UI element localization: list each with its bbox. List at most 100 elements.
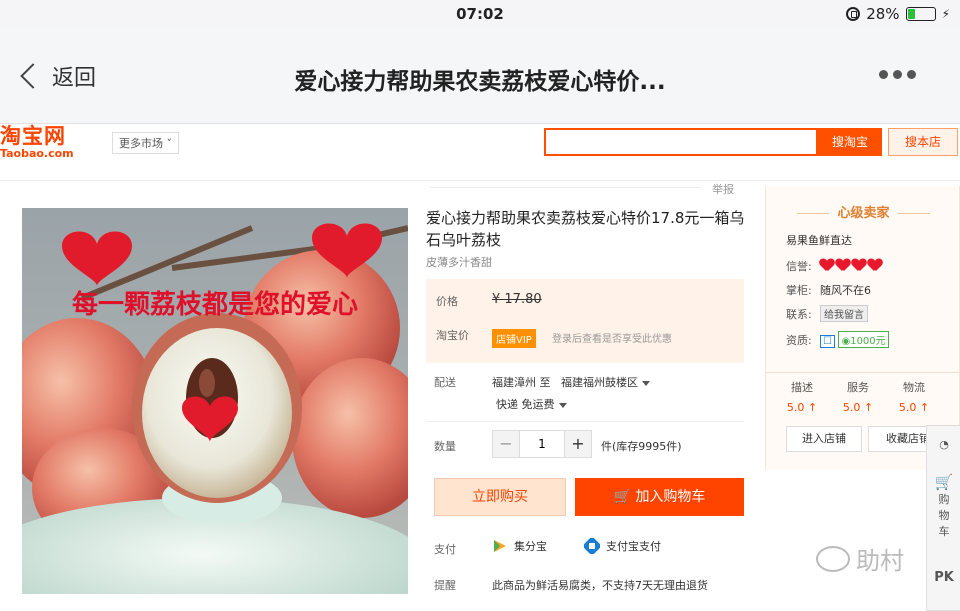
dot-icon <box>907 70 916 79</box>
product-subtitle: 皮薄多汁香甜 <box>426 256 492 269</box>
side-toolbar: ◔ 🛒 购物车 PK <box>926 425 960 611</box>
caret-down-icon <box>558 402 567 408</box>
pk-button[interactable]: PK <box>927 570 960 585</box>
charging-icon: ⚡ <box>941 7 950 21</box>
keeper-label: 掌柜: <box>786 284 812 297</box>
taobao-logo[interactable]: 淘宝网 Taobao.com <box>0 124 74 160</box>
watermark-text: 助村 <box>856 547 904 575</box>
heart-icon <box>852 259 866 271</box>
search-store-button[interactable]: 搜本店 <box>888 128 958 156</box>
product-content: 举报 每一颗荔枝都是您的爱心 爱心接力帮助果农卖荔枝爱心特价17.8元一箱乌石乌… <box>0 180 960 611</box>
ship-to-select[interactable]: 福建福州鼓楼区 <box>561 374 650 390</box>
qty-input[interactable] <box>519 431 565 457</box>
deposit-label: 1000元 <box>850 336 886 347</box>
pay-jifenbao: 集分宝 <box>492 538 547 554</box>
wechat-icon <box>816 545 850 572</box>
product-image[interactable]: 每一颗荔枝都是您的爱心 <box>22 208 408 594</box>
alipay-icon <box>584 538 600 554</box>
note-text: 此商品为鲜活易腐类，不支持7天无理由退货 <box>492 579 708 592</box>
watermark: 助村 <box>816 541 904 576</box>
back-label: 返回 <box>52 66 97 91</box>
buy-now-button[interactable]: 立即购买 <box>434 478 566 516</box>
score-service-label: 服务 <box>847 381 869 394</box>
qty-minus-button[interactable]: − <box>493 431 519 457</box>
price-value: ¥ 17.80 <box>492 292 542 307</box>
score-service-value: 5.0 ↑ <box>842 401 874 414</box>
qual-label: 资质: <box>786 334 812 347</box>
ship-from: 福建漳州 至 <box>492 376 551 389</box>
status-right: 28% ⚡ <box>846 5 950 23</box>
seller-scores: 描述 5.0 ↑ 服务 5.0 ↑ 物流 5.0 ↑ <box>766 372 960 414</box>
add-cart-label: 加入购物车 <box>635 489 706 505</box>
score-desc-value: 5.0 ↑ <box>786 401 818 414</box>
id-card-icon: ☐ <box>820 335 835 348</box>
credit-label: 信誉: <box>786 260 812 273</box>
chevron-left-icon <box>20 63 46 89</box>
shield-icon: ◉ <box>841 336 851 347</box>
qual-badges[interactable]: ☐ ◉1000元 <box>820 331 889 348</box>
heart-icon <box>836 259 850 271</box>
note-label: 提醒 <box>434 579 456 592</box>
qty-label: 数量 <box>434 440 456 453</box>
report-link[interactable]: 举报 <box>712 181 734 197</box>
caret-down-icon <box>642 380 650 386</box>
heart-icon <box>868 259 882 271</box>
clock-icon: ◔ <box>939 438 949 451</box>
tb-price-label: 淘宝价 <box>436 329 469 342</box>
score-logistics: 物流 5.0 ↑ <box>894 379 934 414</box>
score-logistics-value: 5.0 ↑ <box>898 401 930 414</box>
contact-label: 联系: <box>786 308 812 321</box>
lychee-photo: 每一颗荔枝都是您的爱心 <box>22 208 408 594</box>
rotation-lock-icon <box>846 7 861 21</box>
pay-1-label: 集分宝 <box>514 540 547 553</box>
cart-icon: 🛒 <box>613 489 631 505</box>
seller-name[interactable]: 易果鱼鲜直达 <box>786 232 852 248</box>
add-to-cart-button[interactable]: 🛒 加入购物车 <box>575 478 744 516</box>
taobao-header: 淘宝网 Taobao.com 更多市场 ˅ 搜淘宝 搜本店 <box>0 124 960 180</box>
battery-icon <box>905 7 936 21</box>
logo-en: Taobao.com <box>0 147 74 160</box>
vip-badge: 店铺VIP <box>492 329 536 348</box>
battery-percent: 28% <box>866 5 900 23</box>
battery-fill <box>907 9 915 19</box>
score-desc: 描述 5.0 ↑ <box>782 379 822 414</box>
photo-caption: 每一颗荔枝都是您的爱心 <box>72 289 358 320</box>
history-button[interactable]: ◔ <box>927 438 960 451</box>
ship-method-label: 快递 免运费 <box>496 398 555 411</box>
seller-header: 心级卖家 <box>766 202 960 221</box>
credit-hearts[interactable] <box>820 259 884 274</box>
vip-hint[interactable]: 登录后查看是否享受此优惠 <box>552 330 672 345</box>
contact-button[interactable]: 给我留言 <box>820 305 868 322</box>
jifenbao-icon <box>494 540 506 552</box>
pay-alipay: 支付宝支付 <box>584 538 661 554</box>
product-title: 爱心接力帮助果农卖荔枝爱心特价17.8元一箱乌石乌叶荔枝 <box>426 209 745 249</box>
message-button-label: 给我留言 <box>820 305 868 322</box>
stock-text: 件(库存9995件) <box>601 440 682 453</box>
keeper-name[interactable]: 随风不在6 <box>820 282 871 298</box>
ship-label: 配送 <box>434 376 456 389</box>
side-cart-label: 购物车 <box>938 493 950 538</box>
back-button[interactable]: 返回 <box>20 60 97 92</box>
score-service: 服务 5.0 ↑ <box>838 379 878 414</box>
dot-icon <box>879 70 888 79</box>
price-box: 价格 ¥ 17.80 淘宝价 店铺VIP 登录后查看是否享受此优惠 <box>426 279 744 363</box>
page-title: 爱心接力帮助果农卖荔枝爱心特价... <box>294 69 666 95</box>
logo-cn: 淘宝网 <box>0 124 66 148</box>
divider <box>426 421 744 422</box>
deposit-badge: ◉1000元 <box>838 331 889 348</box>
more-markets-dropdown[interactable]: 更多市场 ˅ <box>112 132 179 154</box>
enter-store-button[interactable]: 进入店铺 <box>786 426 862 452</box>
price-label: 价格 <box>436 295 458 308</box>
cart-button[interactable]: 🛒 购物车 <box>927 474 960 540</box>
qty-plus-button[interactable]: + <box>565 431 591 457</box>
score-desc-label: 描述 <box>791 381 813 394</box>
more-markets-label: 更多市场 <box>119 137 163 150</box>
score-logistics-label: 物流 <box>903 381 925 394</box>
quantity-stepper: − + <box>492 430 592 458</box>
more-menu-button[interactable] <box>879 70 916 79</box>
ship-method-select[interactable]: 快递 免运费 <box>496 396 567 412</box>
chevron-down-icon: ˅ <box>166 137 173 150</box>
nav-bar: 返回 爱心接力帮助果农卖荔枝爱心特价... <box>0 28 960 124</box>
search-input[interactable] <box>544 128 818 156</box>
search-taobao-button[interactable]: 搜淘宝 <box>818 128 882 156</box>
